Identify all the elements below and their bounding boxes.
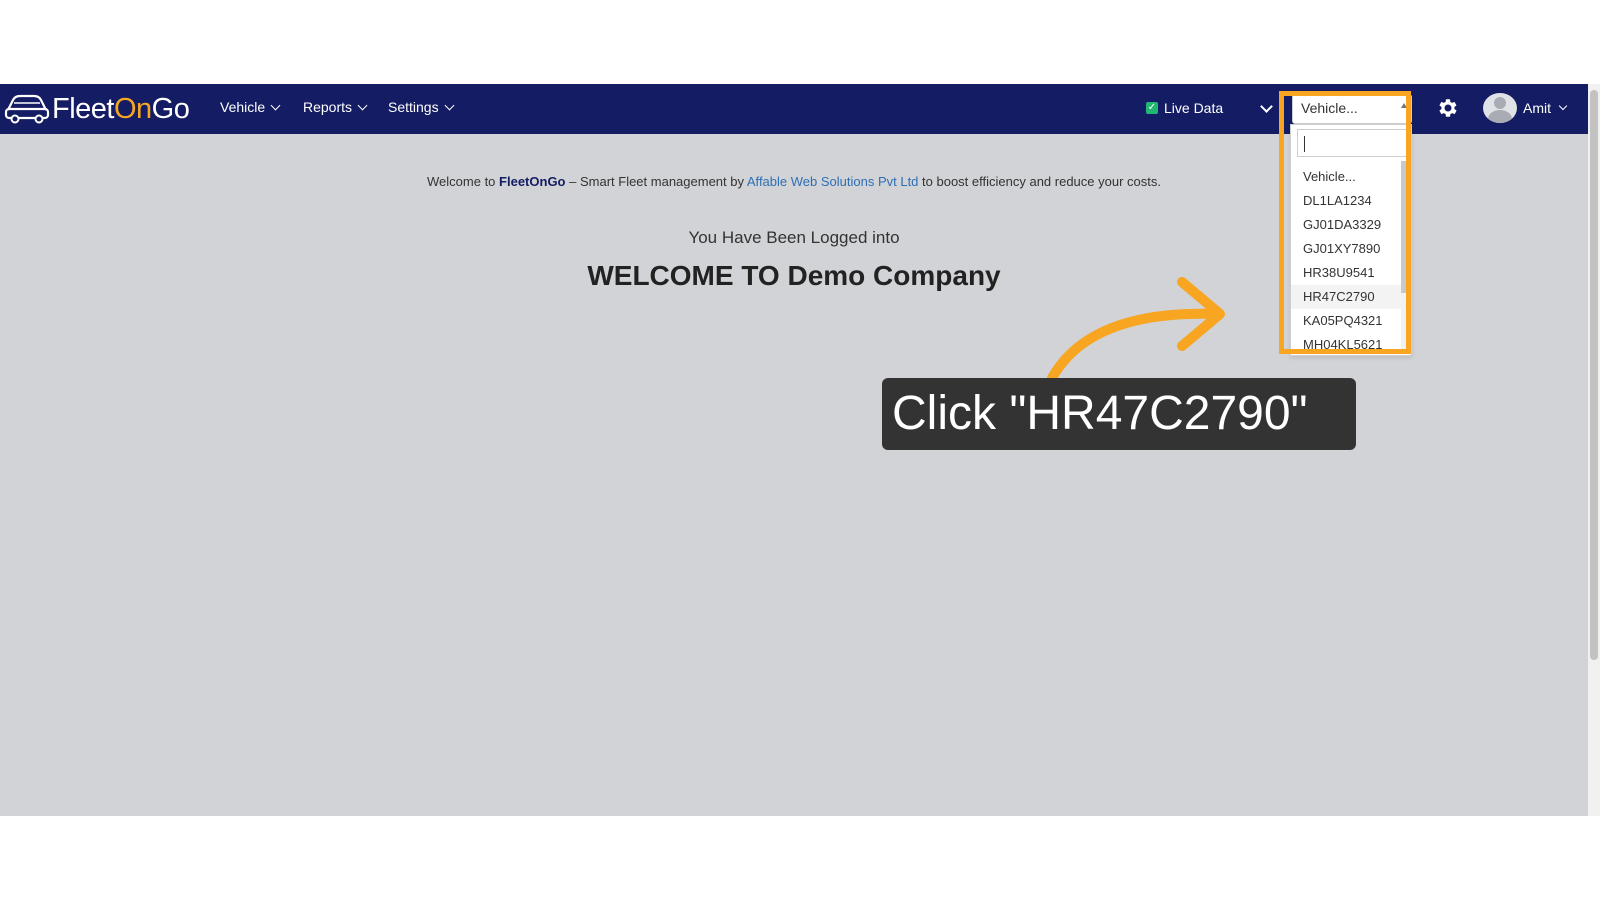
dropdown-option[interactable]: KA05PQ4321 [1291, 309, 1401, 333]
dropdown-scrollbar-thumb[interactable] [1401, 161, 1409, 293]
user-menu[interactable]: Amit [1483, 93, 1568, 123]
vehicle-select[interactable]: Vehicle... [1292, 94, 1412, 124]
page-scrollbar-thumb[interactable] [1590, 90, 1598, 660]
chevron-down-icon [444, 100, 455, 110]
dropdown-option[interactable]: GJ01XY7890 [1291, 237, 1401, 261]
live-data-toggle[interactable]: ✓ Live Data [1146, 100, 1223, 116]
page-body: FleetOnGo Vehicle Reports Settings ✓ Liv… [0, 84, 1588, 816]
caret-up-icon [1401, 103, 1407, 108]
chevron-down-icon [357, 100, 368, 110]
dropdown-option[interactable]: MH04KL5621 [1291, 333, 1401, 357]
app-logo[interactable]: FleetOnGo [4, 90, 190, 129]
car-icon [4, 90, 50, 129]
dropdown-option[interactable]: GJ01DA3329 [1291, 213, 1401, 237]
gear-icon[interactable] [1435, 96, 1459, 120]
dropdown-option-hr47c2790[interactable]: HR47C2790 [1291, 285, 1401, 309]
company-link[interactable]: Affable Web Solutions Pvt Ltd [747, 174, 919, 189]
chevron-down-icon[interactable] [1260, 100, 1273, 113]
dropdown-option[interactable]: Vehicle... [1291, 165, 1401, 189]
chevron-down-icon [1558, 101, 1568, 111]
vehicle-dropdown: Vehicle... DL1LA1234 GJ01DA3329 GJ01XY78… [1290, 124, 1412, 356]
checkbox-checked-icon[interactable]: ✓ [1146, 102, 1158, 114]
chevron-down-icon [270, 100, 281, 110]
tutorial-callout: Click "HR47C2790" [882, 378, 1356, 450]
nav-vehicle-menu[interactable]: Vehicle [220, 99, 281, 115]
avatar [1483, 93, 1517, 123]
dropdown-option-list: Vehicle... DL1LA1234 GJ01DA3329 GJ01XY78… [1291, 165, 1401, 357]
dropdown-search-input[interactable] [1297, 129, 1407, 157]
dropdown-option[interactable]: HR38U9541 [1291, 261, 1401, 285]
logo-text: FleetOnGo [52, 92, 190, 125]
nav-settings-menu[interactable]: Settings [388, 99, 455, 115]
nav-reports-menu[interactable]: Reports [303, 99, 368, 115]
dropdown-option[interactable]: DL1LA1234 [1291, 189, 1401, 213]
